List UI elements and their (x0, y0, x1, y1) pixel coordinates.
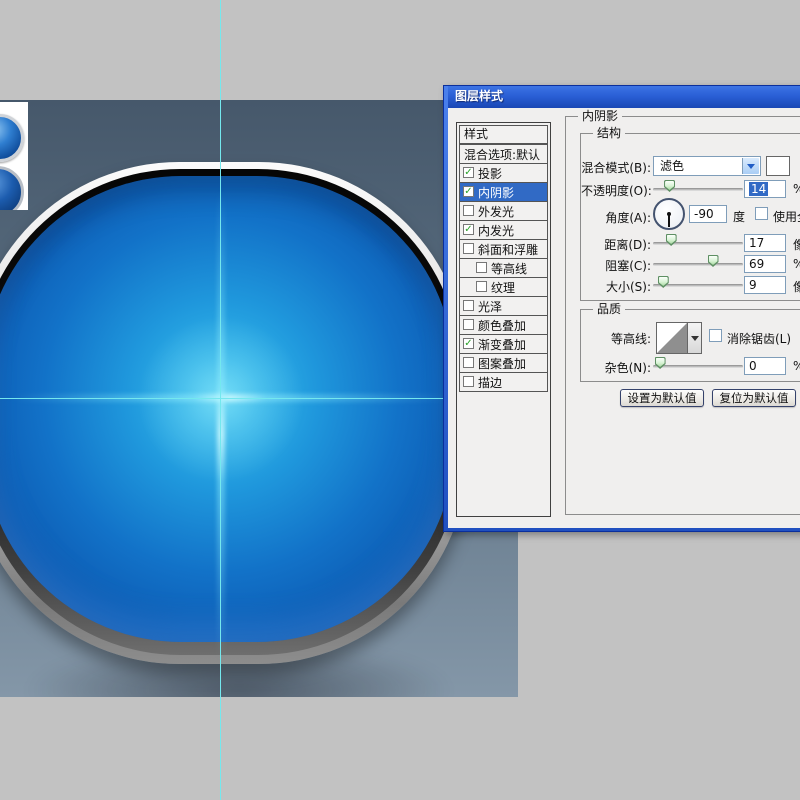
opacity-input[interactable]: 14 (744, 180, 786, 198)
checkbox-icon[interactable] (476, 281, 487, 292)
dialog-body: 样式 混合选项:默认 ✓ 投影 ✓ 内阴影 外发光 ✓ 内发光 斜面和浮雕 等高线 纹… (448, 108, 800, 528)
vertical-flare (217, 190, 225, 660)
styles-item-inner-shadow[interactable]: ✓ 内阴影 (459, 182, 548, 202)
checkbox-icon[interactable] (476, 262, 487, 273)
vertical-guide[interactable] (220, 0, 221, 800)
checkbox-icon[interactable] (463, 300, 474, 311)
size-unit: 像素 (793, 280, 800, 294)
noise-slider[interactable] (653, 365, 743, 368)
angle-label: 角度(A): (605, 211, 651, 225)
noise-unit: % (793, 359, 800, 373)
horizontal-guide[interactable] (0, 398, 450, 399)
shadow-color-swatch[interactable] (766, 156, 790, 176)
styles-item-gradient-overlay[interactable]: ✓ 渐变叠加 (459, 334, 548, 354)
reset-default-button[interactable]: 复位为默认值 (712, 389, 796, 407)
layer-style-dialog: 图层样式 样式 混合选项:默认 ✓ 投影 ✓ 内阴影 外发光 ✓ 内发光 斜面和浮雕 … (443, 85, 800, 532)
styles-list: 样式 混合选项:默认 ✓ 投影 ✓ 内阴影 外发光 ✓ 内发光 斜面和浮雕 等高线 纹… (456, 122, 551, 517)
opacity-unit: % (793, 182, 800, 196)
styles-item-outer-glow[interactable]: 外发光 (459, 201, 548, 221)
chevron-down-icon[interactable] (742, 158, 759, 174)
make-default-button[interactable]: 设置为默认值 (620, 389, 704, 407)
inner-shadow-panel: 内阴影 结构 混合模式(B): 滤色 不透明度(O): 14 % 角度(A): (565, 109, 800, 515)
noise-input[interactable]: 0 (744, 357, 786, 375)
checkbox-icon[interactable]: ✓ (463, 186, 474, 197)
anti-alias-checkbox[interactable] (709, 329, 722, 342)
distance-unit: 像素 (793, 238, 800, 252)
thumbnail-orb-icon (0, 114, 24, 162)
styles-item-pattern-overlay[interactable]: 图案叠加 (459, 353, 548, 373)
contour-thumbnail[interactable] (656, 322, 688, 354)
distance-slider-thumb[interactable] (665, 234, 677, 246)
contour-label: 等高线: (610, 332, 651, 346)
blend-mode-select[interactable]: 滤色 (653, 156, 761, 176)
checkbox-icon[interactable] (463, 319, 474, 330)
anti-alias-label: 消除锯齿(L) (727, 332, 792, 346)
contour-picker-arrow-icon[interactable] (688, 322, 702, 354)
structure-title: 结构 (593, 126, 626, 140)
noise-slider-thumb[interactable] (654, 357, 666, 369)
choke-input[interactable]: 69 (744, 255, 786, 273)
styles-item-contour[interactable]: 等高线 (459, 258, 548, 278)
size-slider-thumb[interactable] (657, 276, 669, 288)
thumbnail-orb2-icon (0, 166, 24, 210)
blend-mode-label: 混合模式(B): (581, 161, 651, 175)
panel-title: 内阴影 (578, 109, 623, 123)
quality-group: 品质 等高线: 消除锯齿(L) 杂色(N): 0 % (580, 302, 800, 382)
checkbox-icon[interactable] (463, 243, 474, 254)
quality-title: 品质 (593, 302, 626, 316)
styles-item-color-overlay[interactable]: 颜色叠加 (459, 315, 548, 335)
blend-mode-value: 滤色 (660, 159, 685, 173)
opacity-slider-thumb[interactable] (664, 180, 676, 192)
angle-dial[interactable] (653, 198, 685, 230)
distance-input[interactable]: 17 (744, 234, 786, 252)
checkbox-icon[interactable] (463, 357, 474, 368)
angle-center-dot (667, 212, 671, 216)
choke-slider[interactable] (653, 263, 743, 266)
noise-label: 杂色(N): (604, 361, 651, 375)
dialog-titlebar[interactable]: 图层样式 (448, 86, 800, 108)
angle-input[interactable]: -90 (689, 205, 727, 223)
choke-slider-thumb[interactable] (707, 255, 719, 267)
use-global-light-checkbox[interactable] (755, 207, 768, 220)
corner-thumbnail-image (0, 102, 28, 210)
angle-unit: 度 (733, 210, 746, 224)
distance-label: 距离(D): (604, 238, 651, 252)
styles-item-drop-shadow[interactable]: ✓ 投影 (459, 163, 548, 183)
checkbox-icon[interactable]: ✓ (463, 338, 474, 349)
size-input[interactable]: 9 (744, 276, 786, 294)
checkbox-icon[interactable]: ✓ (463, 224, 474, 235)
styles-header[interactable]: 样式 (459, 125, 548, 144)
use-global-light-label: 使用全局光 (773, 210, 800, 224)
styles-item-blending-options[interactable]: 混合选项:默认 (459, 144, 548, 164)
styles-rows: 混合选项:默认 ✓ 投影 ✓ 内阴影 外发光 ✓ 内发光 斜面和浮雕 等高线 纹理 光… (457, 144, 550, 392)
checkbox-icon[interactable]: ✓ (463, 167, 474, 178)
styles-item-inner-glow[interactable]: ✓ 内发光 (459, 220, 548, 240)
checkbox-icon[interactable] (463, 376, 474, 387)
photoshop-workspace: 图层样式 样式 混合选项:默认 ✓ 投影 ✓ 内阴影 外发光 ✓ 内发光 斜面和浮雕 … (0, 0, 800, 800)
opacity-label: 不透明度(O): (581, 184, 652, 198)
structure-group: 结构 混合模式(B): 滤色 不透明度(O): 14 % 角度(A): -90 (580, 126, 800, 301)
styles-item-bevel-emboss[interactable]: 斜面和浮雕 (459, 239, 548, 259)
choke-unit: % (793, 257, 800, 271)
styles-item-satin[interactable]: 光泽 (459, 296, 548, 316)
styles-item-texture[interactable]: 纹理 (459, 277, 548, 297)
dialog-title: 图层样式 (455, 89, 504, 103)
checkbox-icon[interactable] (463, 205, 474, 216)
size-label: 大小(S): (605, 280, 651, 294)
choke-label: 阻塞(C): (605, 259, 651, 273)
styles-item-stroke[interactable]: 描边 (459, 372, 548, 392)
